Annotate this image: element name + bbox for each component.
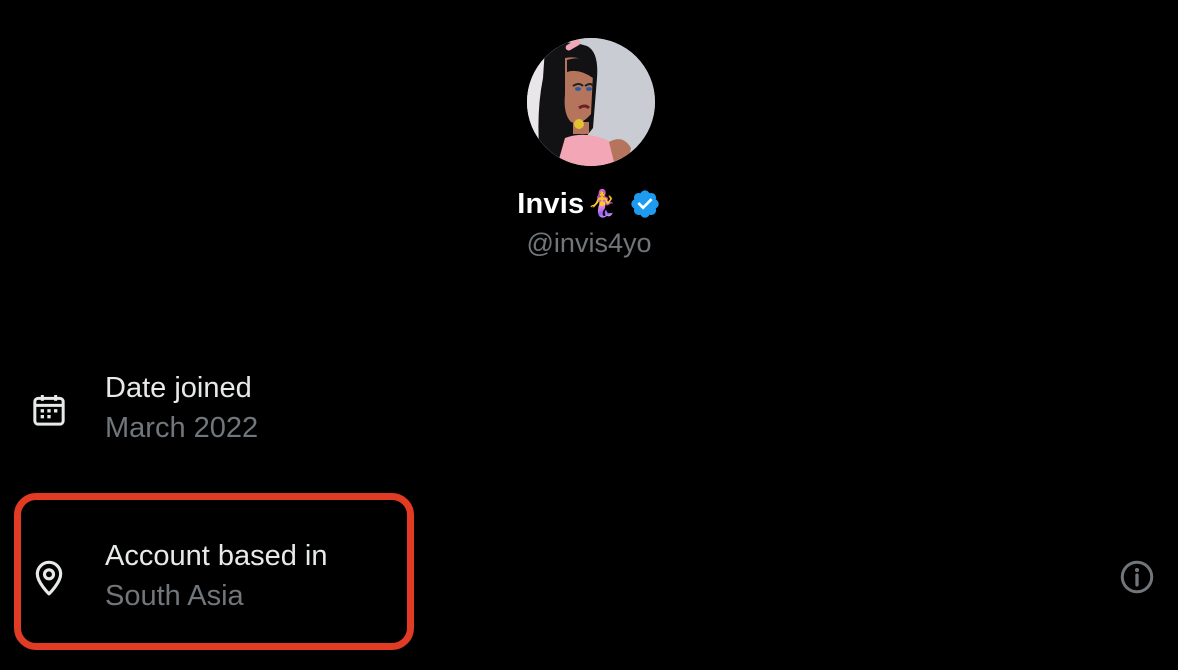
display-name: Invis	[517, 187, 585, 220]
account-location-label: Account based in	[105, 540, 328, 572]
mermaid-emoji: 🧜‍♀️	[586, 189, 619, 219]
calendar-icon	[29, 390, 69, 430]
location-pin-icon	[29, 558, 69, 598]
info-icon[interactable]	[1118, 558, 1156, 596]
date-joined-row: Date joined March 2022	[0, 360, 1178, 460]
account-location-value: South Asia	[105, 580, 244, 612]
account-location-row: Account based in South Asia	[0, 528, 1178, 628]
profile-handle: @invis4yo	[526, 228, 652, 258]
profile-name-row: Invis 🧜‍♀️	[0, 184, 1178, 224]
profile-avatar[interactable]	[527, 38, 655, 166]
date-joined-label: Date joined	[105, 372, 252, 404]
date-joined-value: March 2022	[105, 412, 259, 444]
cartoon-girl-avatar-image	[527, 38, 655, 166]
verified-badge-icon[interactable]	[629, 188, 661, 220]
